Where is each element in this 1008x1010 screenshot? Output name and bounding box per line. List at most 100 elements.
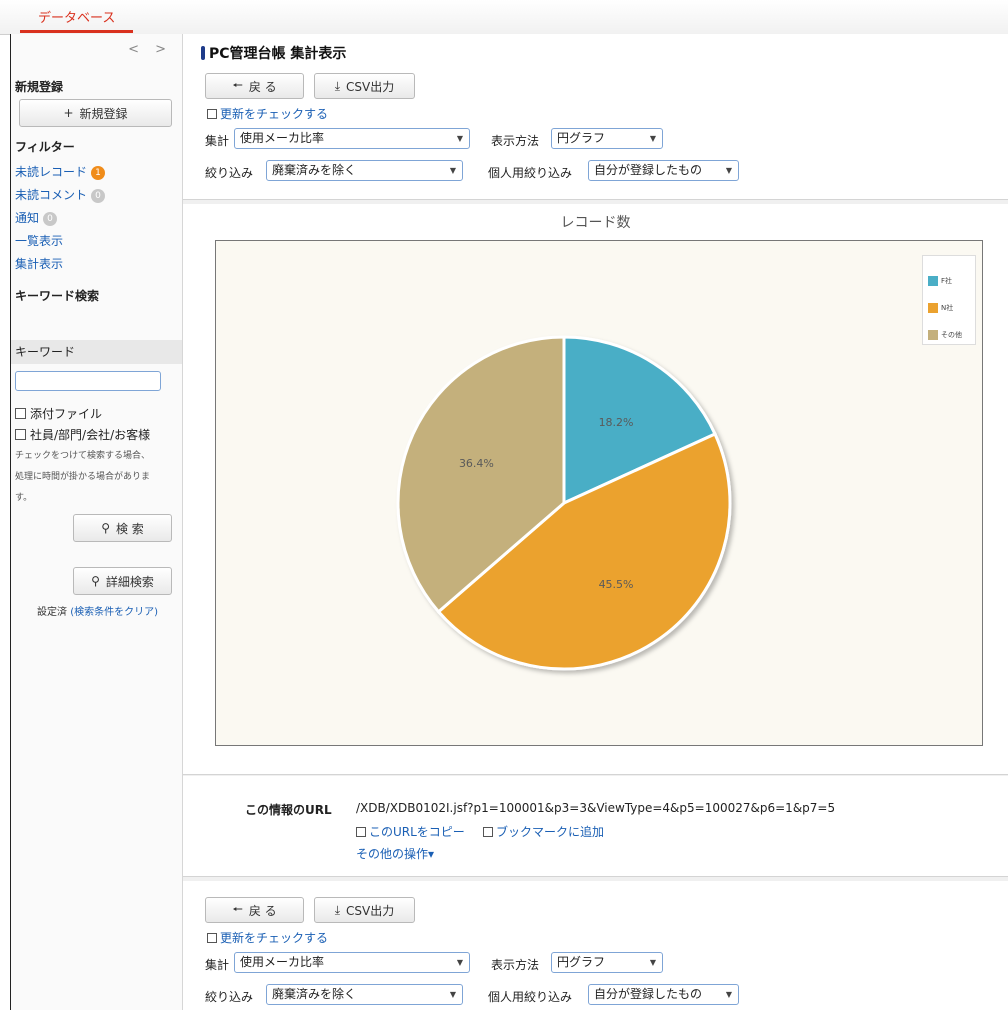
display-method-select[interactable]: 円グラフ ▼ bbox=[551, 128, 663, 149]
display-method-select-bottom[interactable]: 円グラフ ▼ bbox=[551, 952, 663, 973]
aggregate-select-value: 使用メーカ比率 bbox=[240, 131, 325, 145]
back-button-bottom[interactable]: 🠔 戻 る bbox=[205, 897, 304, 923]
display-method-select-bottom-value: 円グラフ bbox=[557, 955, 606, 969]
people-checkbox[interactable] bbox=[15, 429, 26, 440]
search-note-line3: す。 bbox=[15, 493, 33, 503]
personal-filter-select-bottom-value: 自分が登録したもの bbox=[594, 987, 703, 1001]
url-value: /XDB/XDB0102I.jsf?p1=100001&p3=3&ViewTyp… bbox=[356, 801, 836, 815]
aggregate-select-bottom-value: 使用メーカ比率 bbox=[240, 955, 325, 969]
pie-chart: 18.2% 45.5% 36.4% bbox=[396, 335, 732, 671]
chevron-down-icon: ▼ bbox=[456, 134, 463, 143]
search-button-label: 検 索 bbox=[115, 521, 144, 536]
check-updates-link-bottom[interactable]: 更新をチェックする bbox=[207, 929, 328, 946]
clear-conditions-link[interactable]: (検索条件をクリア) bbox=[70, 607, 158, 618]
new-registration-button[interactable]: + 新規登録 bbox=[19, 99, 172, 127]
sidebar-item-notifications[interactable]: 通知 0 bbox=[15, 209, 58, 226]
new-registration-button-label: 新規登録 bbox=[79, 106, 128, 121]
filter-select-bottom[interactable]: 廃棄済みを除く ▼ bbox=[266, 984, 463, 1005]
filter-label-bottom: 絞り込み bbox=[205, 990, 254, 1004]
legend-item-0: F社 bbox=[928, 276, 952, 286]
search-button[interactable]: ⚲ 検 索 bbox=[73, 514, 172, 542]
csv-export-button-label: CSV出力 bbox=[346, 79, 395, 94]
legend-label-1: N社 bbox=[941, 304, 954, 312]
chevron-down-icon: ▼ bbox=[649, 134, 656, 143]
aggregate-select-bottom[interactable]: 使用メーカ比率 ▼ bbox=[234, 952, 470, 973]
people-checkbox-row[interactable]: 社員/部門/会社/お客様 bbox=[15, 426, 150, 443]
csv-export-button-bottom[interactable]: ⤓ CSV出力 bbox=[314, 897, 415, 923]
sidebar-item-unread-records[interactable]: 未読レコード 1 bbox=[15, 163, 106, 180]
attach-file-checkbox[interactable] bbox=[15, 408, 26, 419]
pie-label-1: 45.5% bbox=[599, 578, 634, 591]
bottom-panel: 🠔 戻 る ⤓ CSV出力 更新をチェックする 集計 使用メーカ比率 ▼ 表示方… bbox=[183, 881, 1008, 1010]
search-note-line2: 処理に時間が掛かる場合がありま bbox=[15, 472, 151, 482]
unread-comments-badge: 0 bbox=[91, 188, 106, 203]
legend-item-1: N社 bbox=[928, 303, 953, 313]
attach-file-label: 添付ファイル bbox=[30, 407, 103, 421]
check-updates-link[interactable]: 更新をチェックする bbox=[207, 105, 328, 122]
page-title: PC管理台帳 集計表示 bbox=[201, 43, 346, 63]
bookmark-icon bbox=[483, 826, 493, 837]
chevron-down-icon: ▼ bbox=[725, 990, 732, 999]
filter-select-value: 廃棄済みを除く bbox=[272, 163, 357, 177]
back-button[interactable]: 🠔 戻 る bbox=[205, 73, 304, 99]
chevron-down-icon: ▼ bbox=[456, 958, 463, 967]
display-method-select-value: 円グラフ bbox=[557, 131, 606, 145]
aggregate-label: 集計 bbox=[205, 134, 230, 148]
chart-panel: レコード数 18.2% 45.5% 36.4% F社 N社 その他 bbox=[183, 204, 1008, 775]
people-label: 社員/部門/会社/お客様 bbox=[30, 428, 151, 442]
search-note-line1: チェックをつけて検索する場合、 bbox=[15, 451, 151, 461]
keyword-search-heading: キーワード検索 bbox=[15, 289, 100, 303]
filter-label: 絞り込み bbox=[205, 166, 254, 180]
check-updates-bottom-label: 更新をチェックする bbox=[220, 931, 329, 945]
pie-label-0: 18.2% bbox=[599, 416, 634, 429]
chevron-down-icon: ▼ bbox=[449, 990, 456, 999]
display-method-label: 表示方法 bbox=[491, 134, 540, 148]
chevron-down-icon: ▼ bbox=[649, 958, 656, 967]
bookmark-link[interactable]: ブックマークに追加 bbox=[483, 823, 604, 840]
chevron-down-icon: ▼ bbox=[725, 166, 732, 175]
aggregate-label-bottom: 集計 bbox=[205, 958, 230, 972]
sidebar-item-summary-view[interactable]: 集計表示 bbox=[15, 255, 63, 272]
top-tab-bar: データベース bbox=[0, 0, 1008, 35]
search-icon: ⚲ bbox=[101, 521, 110, 535]
other-operations-link[interactable]: その他の操作▾ bbox=[356, 845, 434, 862]
search-icon: ⚲ bbox=[91, 574, 100, 588]
unread-comments-label: 未読コメント bbox=[15, 188, 88, 202]
tab-database[interactable]: データベース bbox=[20, 8, 134, 33]
copy-icon bbox=[356, 826, 366, 837]
csv-export-button[interactable]: ⤓ CSV出力 bbox=[314, 73, 415, 99]
check-updates-icon bbox=[207, 108, 217, 119]
back-button-bottom-label: 戻 る bbox=[248, 903, 277, 918]
setting-label: 設定済 bbox=[37, 607, 67, 618]
personal-filter-select-bottom[interactable]: 自分が登録したもの ▼ bbox=[588, 984, 739, 1005]
personal-filter-select[interactable]: 自分が登録したもの ▼ bbox=[588, 160, 739, 181]
sidebar-collapse-arrows[interactable]: < > bbox=[128, 42, 172, 57]
arrow-left-icon: 🠔 bbox=[232, 901, 243, 916]
copy-url-link[interactable]: このURLをコピー bbox=[356, 823, 465, 840]
personal-filter-label: 個人用絞り込み bbox=[488, 166, 573, 180]
notifications-label: 通知 bbox=[15, 211, 40, 225]
download-icon: ⤓ bbox=[334, 902, 341, 917]
check-updates-label: 更新をチェックする bbox=[220, 107, 329, 121]
detail-search-button-label: 詳細検索 bbox=[105, 574, 154, 589]
url-panel: この情報のURL /XDB/XDB0102I.jsf?p1=100001&p3=… bbox=[183, 776, 1008, 877]
page-title-text: PC管理台帳 集計表示 bbox=[209, 46, 347, 62]
attach-file-checkbox-row[interactable]: 添付ファイル bbox=[15, 405, 102, 422]
filter-select[interactable]: 廃棄済みを除く ▼ bbox=[266, 160, 463, 181]
title-marker-icon bbox=[201, 46, 205, 60]
copy-url-label: このURLをコピー bbox=[369, 825, 465, 839]
bookmark-label: ブックマークに追加 bbox=[496, 825, 605, 839]
sidebar-item-unread-comments[interactable]: 未読コメント 0 bbox=[15, 186, 106, 203]
legend-swatch-0 bbox=[928, 276, 938, 286]
aggregate-select[interactable]: 使用メーカ比率 ▼ bbox=[234, 128, 470, 149]
filter-heading: フィルター bbox=[15, 140, 75, 154]
unread-records-label: 未読レコード bbox=[15, 165, 88, 179]
legend-item-2: その他 bbox=[928, 330, 962, 340]
download-icon: ⤓ bbox=[334, 78, 341, 93]
keyword-input[interactable] bbox=[15, 371, 161, 391]
chevron-down-icon: ▼ bbox=[449, 166, 456, 175]
detail-search-button[interactable]: ⚲ 詳細検索 bbox=[73, 567, 172, 595]
display-method-label-bottom: 表示方法 bbox=[491, 958, 540, 972]
sidebar-item-list-view[interactable]: 一覧表示 bbox=[15, 232, 63, 249]
legend-swatch-1 bbox=[928, 303, 938, 313]
